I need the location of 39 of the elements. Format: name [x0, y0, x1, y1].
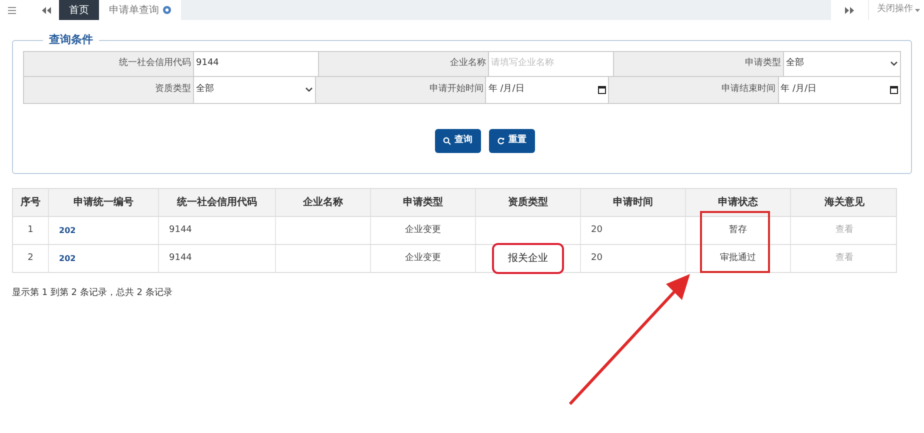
refresh-icon	[496, 136, 504, 144]
chevron-icon	[890, 60, 898, 66]
calendar-icon	[890, 86, 898, 94]
reset-button[interactable]: 重置	[488, 128, 534, 152]
table-cell-text: 企业变更	[405, 252, 441, 265]
date-field[interactable]: 年 /月/日	[778, 76, 900, 102]
table-cell-text: 9144	[169, 224, 192, 237]
field-label: 资质类型	[24, 76, 194, 102]
field-label: 企业名称	[319, 52, 489, 76]
search-button[interactable]: 查询	[434, 128, 480, 152]
double-right-icon[interactable]	[845, 6, 854, 14]
table-cell-text: 2	[28, 252, 34, 265]
highlight-box	[700, 211, 770, 273]
section-legend: 查询条件	[43, 32, 99, 48]
field-label: 申请开始时间	[316, 76, 486, 102]
calendar-icon	[598, 86, 606, 94]
tab[interactable]: 申请单查询	[99, 0, 181, 20]
double-left-icon[interactable]	[42, 6, 51, 14]
table-cell[interactable]: 202	[59, 224, 76, 236]
table-cell: 报关企业	[492, 243, 564, 274]
field-label: 申请类型	[614, 52, 784, 76]
table-cell-text: 9144	[169, 252, 192, 265]
field-label: 申请结束时间	[608, 76, 779, 102]
table-cell-text: 1	[28, 224, 34, 237]
table-cell-text: 20	[591, 252, 602, 265]
caret-icon	[915, 8, 920, 12]
table-cell-text: 暂存	[729, 224, 747, 237]
menu-icon[interactable]	[8, 6, 16, 14]
pagination-summary: 显示第 1 到第 2 条记录，总共 2 条记录	[12, 287, 174, 300]
tab[interactable]: 首页	[59, 0, 99, 20]
table-cell-text: 企业变更	[405, 224, 441, 237]
close-operations-menu[interactable]: 关闭操作	[868, 0, 924, 20]
field-label: 统一社会信用代码	[24, 52, 194, 76]
table-cell[interactable]: 202	[59, 252, 76, 264]
table-cell-text: 审批通过	[720, 252, 756, 265]
column-header: 海关意见	[824, 196, 866, 210]
table-cell-text: 20	[591, 224, 602, 237]
search-icon	[442, 136, 450, 144]
chevron-icon	[305, 86, 314, 92]
